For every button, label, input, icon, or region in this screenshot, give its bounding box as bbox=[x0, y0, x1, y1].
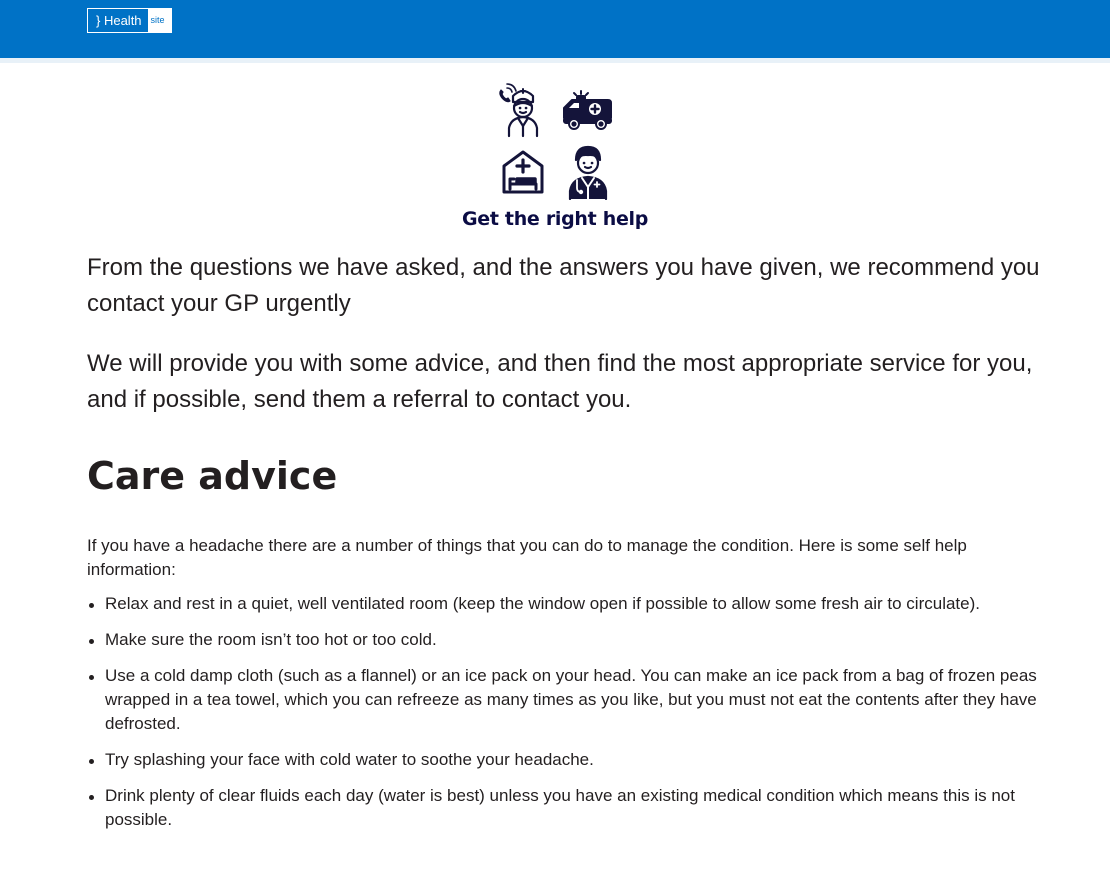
logo-tag: site bbox=[147, 9, 171, 32]
list-item: Relax and rest in a quiet, well ventilat… bbox=[87, 592, 1047, 616]
logo-text: } Health bbox=[88, 9, 148, 32]
list-item: Drink plenty of clear fluids each day (w… bbox=[87, 784, 1047, 832]
hospital-bed-icon bbox=[494, 142, 552, 202]
referral-text: We will provide you with some advice, an… bbox=[87, 350, 1033, 413]
ambulance-icon bbox=[558, 80, 616, 140]
care-advice-list: Relax and rest in a quiet, well ventilat… bbox=[87, 592, 1047, 832]
get-help-hero: Get the right help bbox=[0, 80, 1110, 230]
header-stripe bbox=[0, 58, 1110, 63]
get-help-title: Get the right help bbox=[461, 208, 649, 230]
main-content: From the questions we have asked, and th… bbox=[87, 250, 1047, 844]
list-item: Try splashing your face with cold water … bbox=[87, 748, 1047, 772]
list-item: Make sure the room isn’t too hot or too … bbox=[87, 628, 1047, 652]
care-advice-heading: Care advice bbox=[87, 454, 338, 498]
site-header: } Health site bbox=[0, 0, 1110, 58]
nurse-phone-icon bbox=[494, 80, 552, 140]
care-advice-intro: If you have a headache there are a numbe… bbox=[87, 536, 967, 579]
site-logo[interactable]: } Health site bbox=[87, 8, 172, 33]
recommendation-text: From the questions we have asked, and th… bbox=[87, 254, 1040, 317]
doctor-icon bbox=[558, 142, 616, 202]
service-icons bbox=[494, 80, 616, 202]
list-item: Use a cold damp cloth (such as a flannel… bbox=[87, 664, 1047, 736]
